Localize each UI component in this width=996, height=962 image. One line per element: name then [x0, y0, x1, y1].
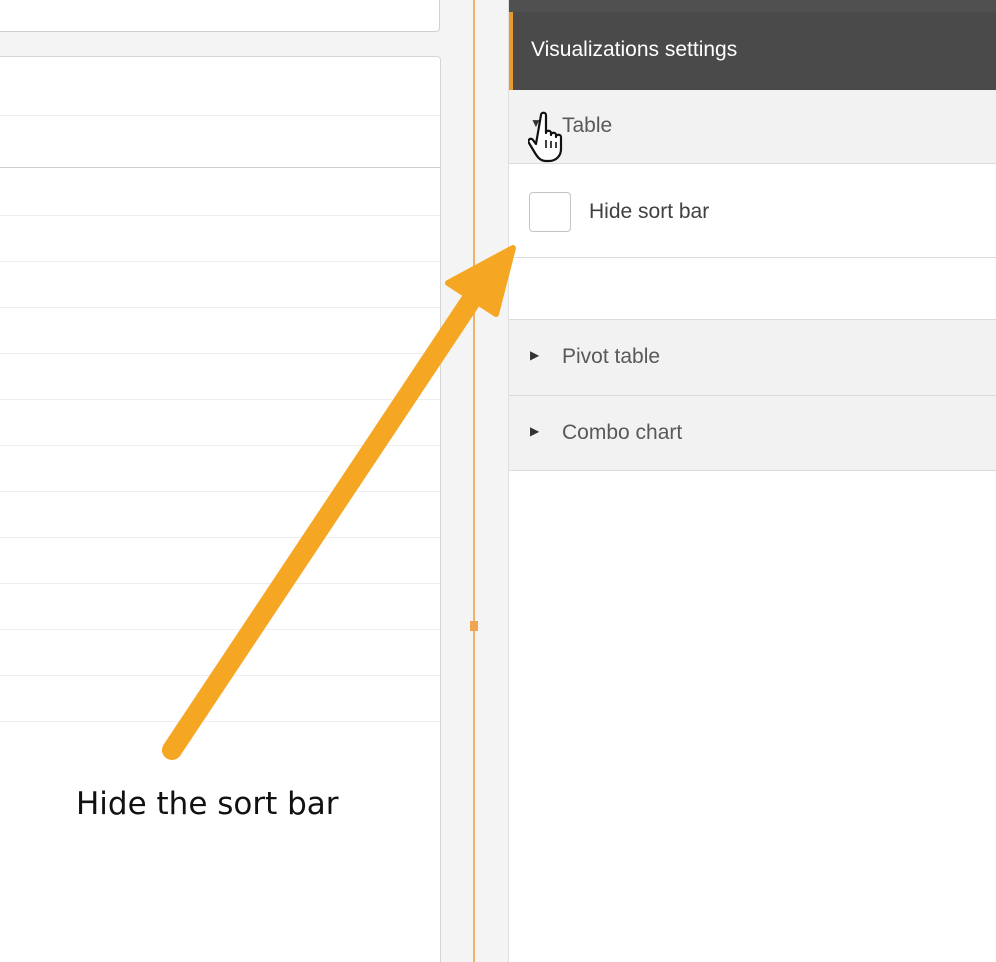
hide-sort-bar-label[interactable]: Hide sort bar — [589, 200, 709, 224]
section-header-table[interactable]: ▼ Table — [509, 90, 996, 164]
table-row[interactable] — [0, 491, 440, 492]
section-label-table: Table — [562, 114, 613, 137]
table-row[interactable] — [0, 215, 440, 216]
panel-title: Visualizations settings — [531, 38, 738, 61]
table-row[interactable] — [0, 537, 440, 538]
table-row[interactable] — [0, 629, 440, 630]
table-row[interactable] — [0, 307, 440, 308]
triangle-right-icon: ▶ — [530, 424, 540, 438]
sheet-canvas: Hide the sort bar — [0, 0, 466, 962]
hide-sort-bar-checkbox[interactable] — [529, 192, 571, 232]
table-header-divider — [0, 115, 440, 116]
section-header-combo-chart[interactable]: ▶ Combo chart — [509, 396, 996, 471]
splitter-line — [473, 0, 475, 962]
panel-splitter[interactable] — [466, 0, 508, 962]
section-header-pivot-table[interactable]: ▶ Pivot table — [509, 320, 996, 396]
triangle-right-icon: ▶ — [530, 348, 540, 362]
panel-title-bar: Visualizations settings — [509, 12, 996, 90]
table-row[interactable] — [0, 445, 440, 446]
table-section-body: Hide sort bar — [509, 164, 996, 320]
triangle-down-icon: ▼ — [530, 116, 542, 130]
annotation-caption: Hide the sort bar — [76, 786, 339, 822]
section-label-pivot-table: Pivot table — [562, 345, 661, 368]
table-header-separator — [0, 167, 440, 168]
table-row[interactable] — [0, 721, 440, 722]
top-search-field[interactable] — [0, 0, 440, 32]
table-row[interactable] — [0, 583, 440, 584]
table-row[interactable] — [0, 675, 440, 676]
section-body-divider — [509, 257, 996, 258]
table-row[interactable] — [0, 261, 440, 262]
table-row[interactable] — [0, 399, 440, 400]
section-label-combo-chart: Combo chart — [562, 421, 683, 444]
table-visualization[interactable] — [0, 56, 441, 962]
splitter-drag-handle[interactable] — [470, 621, 478, 631]
table-row[interactable] — [0, 353, 440, 354]
visualizations-settings-panel: Visualizations settings ▼ Table Hide sor… — [508, 0, 996, 962]
panel-top-strip — [509, 0, 996, 12]
